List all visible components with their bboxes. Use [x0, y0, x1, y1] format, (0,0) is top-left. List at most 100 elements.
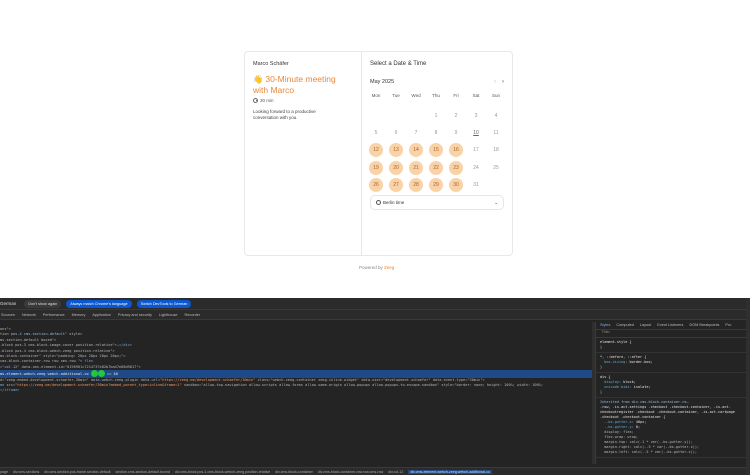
- available-day[interactable]: 12: [366, 142, 386, 159]
- duration: 30 min: [253, 98, 353, 103]
- available-day[interactable]: 29: [426, 176, 446, 193]
- weekday-header: Mon Tue Wed Thu Fri Sat Sun: [366, 93, 506, 98]
- dont-show-again-button[interactable]: Don't show again: [24, 299, 62, 308]
- clock-icon: [253, 98, 258, 103]
- breadcrumb-item[interactable]: div.cms-block.pos-1.cms-block-webch-zeeg…: [175, 470, 270, 474]
- available-day[interactable]: 26: [366, 176, 386, 193]
- unavailable-day: 24: [466, 159, 486, 176]
- unavailable-day: 7: [406, 124, 426, 141]
- available-day[interactable]: 22: [426, 159, 446, 176]
- available-day[interactable]: 20: [386, 159, 406, 176]
- unavailable-day: 17: [466, 142, 486, 159]
- available-day[interactable]: 13: [386, 142, 406, 159]
- sidepanel-tab[interactable]: Event Listeners: [657, 323, 683, 328]
- breadcrumb-item[interactable]: page: [0, 470, 8, 474]
- day-number: 4: [494, 112, 498, 119]
- day-number: 9: [454, 129, 458, 136]
- day-number: 14: [409, 143, 423, 158]
- green-marker-icon: [97, 370, 105, 378]
- date-picker-panel: Select a Date & Time May 2025 ‹ › Mon Tue…: [362, 52, 512, 255]
- devtools-tab[interactable]: Performance: [43, 313, 65, 317]
- devtools-tabs: Sources Network Performance Memory Applicati…: [0, 310, 750, 320]
- elements-dom-tree[interactable]: ons"> tion pos-4 cms-section-default" st…: [0, 322, 592, 464]
- event-title: 👋 30-Minute meeting with Marco: [253, 74, 353, 95]
- scrollbar[interactable]: [746, 298, 750, 475]
- breadcrumb-item[interactable]: section.cms-section-default.boxed: [116, 470, 170, 474]
- dom-breadcrumb: page div.cms-sections div.cms-section.pos-…: [0, 467, 750, 475]
- next-month-icon[interactable]: ›: [502, 79, 504, 85]
- web-page-viewport: Marco Schäfer 👋 30-Minute meeting with M…: [0, 0, 750, 298]
- style-rule: Inherited from div.cms-block-container-r…: [596, 398, 750, 458]
- powered-by-brand[interactable]: Zeeg: [384, 265, 394, 270]
- day-number: 10: [473, 129, 479, 136]
- day-number: 26: [369, 177, 383, 192]
- day-number: 2: [454, 112, 458, 119]
- day-number: 5: [374, 129, 378, 136]
- duration-text: 30 min: [260, 98, 274, 103]
- breadcrumb-item[interactable]: div.cms-block-container-row.row.cms-row: [318, 470, 383, 474]
- always-match-language-button[interactable]: Always match Chrome's language: [66, 299, 132, 308]
- unavailable-day: 11: [486, 124, 506, 141]
- devtools-tab[interactable]: Network: [22, 313, 36, 317]
- day-number: 30: [449, 177, 463, 192]
- timezone-select[interactable]: Berlin time ⌄: [370, 195, 504, 210]
- language-label: German: [0, 301, 17, 306]
- breadcrumb-item[interactable]: div.cms-block-container: [275, 470, 312, 474]
- prev-month-icon[interactable]: ‹: [494, 79, 496, 85]
- weekday-label: Wed: [411, 93, 421, 98]
- day-number: 12: [369, 143, 383, 158]
- month-navigation: May 2025 ‹ ›: [370, 79, 504, 85]
- day-number: 22: [429, 160, 443, 175]
- sidepanel-tab[interactable]: Computed: [616, 323, 634, 328]
- available-day[interactable]: 14: [406, 142, 426, 159]
- devtools-tab[interactable]: Application: [92, 313, 111, 317]
- day-number: 15: [429, 143, 443, 158]
- devtools-panel: German Don't show again Always match Chr…: [0, 298, 750, 475]
- unavailable-day: 5: [366, 124, 386, 141]
- calendar-grid: 1 2 3 4 5 6 7 8 9 10 11 12 13 14 15 16 17 18 19 20 21 22 23 24 2…: [366, 107, 506, 193]
- sidepanel-tab[interactable]: DOM Breakpoints: [689, 323, 719, 328]
- breadcrumb-item[interactable]: div.cms-element-webch-zeeg.webch-additio…: [408, 469, 492, 474]
- empty-day-cell: [386, 107, 406, 124]
- sidepanel-tab[interactable]: Pro: [725, 323, 731, 328]
- weekday-label: Thu: [432, 93, 440, 98]
- empty-day-cell: [406, 107, 426, 124]
- day-number: 20: [389, 160, 403, 175]
- available-day[interactable]: 30: [446, 176, 466, 193]
- day-number: 6: [394, 129, 398, 136]
- devtools-tab[interactable]: Sources: [1, 313, 15, 317]
- switch-to-german-button[interactable]: Switch DevTools to German: [136, 299, 192, 308]
- available-day[interactable]: 23: [446, 159, 466, 176]
- available-day[interactable]: 28: [406, 176, 426, 193]
- style-rule: *, ::before, ::after { box-sizing: borde…: [596, 353, 750, 373]
- weekday-label: Mon: [371, 93, 381, 98]
- available-day[interactable]: 21: [406, 159, 426, 176]
- unavailable-day: 8: [426, 124, 446, 141]
- breadcrumb-item[interactable]: div.cms-sections: [13, 470, 39, 474]
- day-number: 17: [473, 147, 479, 154]
- sidepanel-tab[interactable]: Layout: [640, 323, 651, 328]
- available-day[interactable]: 19: [366, 159, 386, 176]
- weekday-label: Tue: [392, 93, 400, 98]
- day-number: 3: [474, 112, 478, 119]
- day-number: 23: [449, 160, 463, 175]
- day-number: 21: [409, 160, 423, 175]
- unavailable-day: 31: [466, 176, 486, 193]
- available-day[interactable]: 27: [386, 176, 406, 193]
- breadcrumb-item[interactable]: div.col-12: [388, 470, 403, 474]
- devtools-tab[interactable]: Lighthouse: [159, 313, 178, 317]
- sidepanel-tab[interactable]: Styles: [600, 323, 610, 328]
- devtools-tab[interactable]: Privacy and security: [118, 313, 152, 317]
- available-day[interactable]: 16: [446, 142, 466, 159]
- day-number: 25: [493, 164, 499, 171]
- devtools-tab[interactable]: Memory: [72, 313, 86, 317]
- unavailable-day: 6: [386, 124, 406, 141]
- available-day[interactable]: 15: [426, 142, 446, 159]
- devtools-tab[interactable]: Recorder: [185, 313, 201, 317]
- sidepanel-tabs: Styles Computed Layout Event Listeners DOM B…: [596, 322, 750, 330]
- styles-filter-input[interactable]: Filter: [596, 330, 750, 338]
- breadcrumb-item[interactable]: div.cms-section.pos-frame-section-defaul…: [44, 470, 110, 474]
- day-number: 28: [409, 177, 423, 192]
- event-title-text: 30-Minute meeting with Marco: [253, 74, 336, 95]
- day-number: 24: [473, 164, 479, 171]
